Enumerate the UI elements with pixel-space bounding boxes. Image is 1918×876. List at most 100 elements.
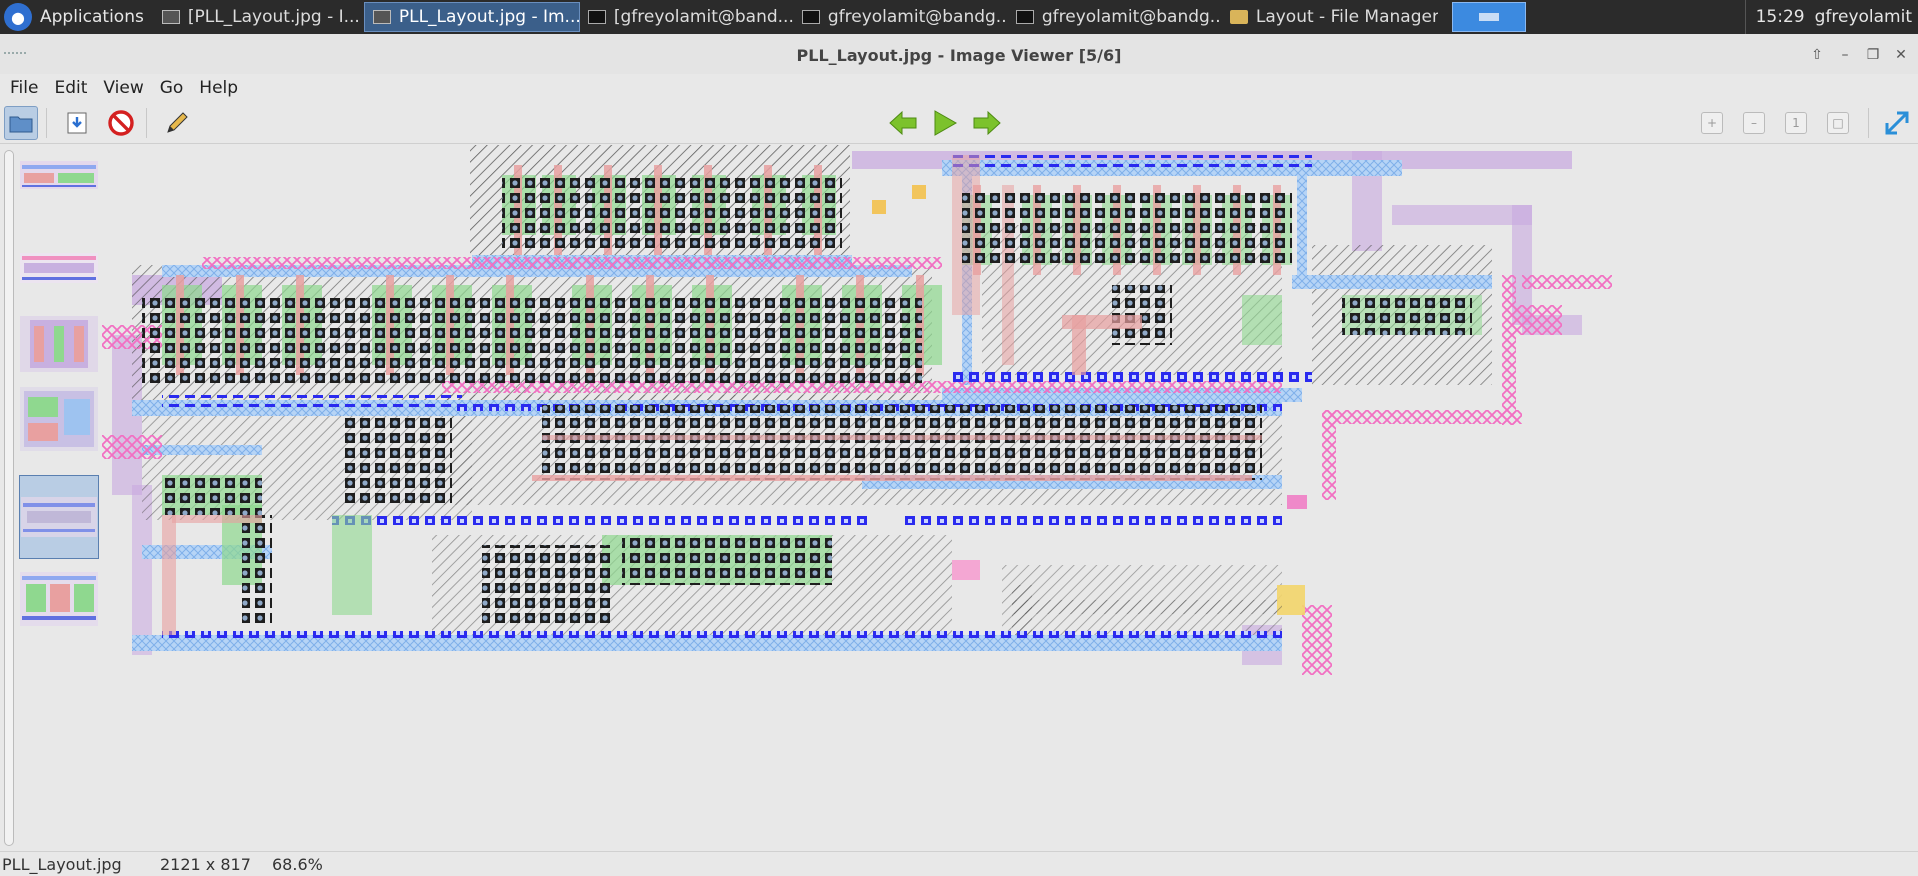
thumbnail-scrollbar[interactable] xyxy=(4,150,14,846)
close-window-icon[interactable]: ✕ xyxy=(1890,44,1912,66)
task-label: Layout - File Manager xyxy=(1255,7,1438,27)
layout-shape xyxy=(542,435,1262,440)
layout-shape xyxy=(202,257,942,269)
layout-shape xyxy=(1242,295,1282,345)
user-name[interactable]: gfreyolamit xyxy=(1815,7,1912,27)
task-label: gfreyolamit@bandg... xyxy=(827,7,1008,27)
layout-shape xyxy=(912,185,926,199)
layout-shape xyxy=(1297,175,1307,275)
task-terminal-1[interactable]: [gfreyolamit@band... xyxy=(580,2,794,32)
taskbar: ● Applications [PLL_Layout.jpg - I... PL… xyxy=(0,0,1918,34)
thumbnail-3[interactable] xyxy=(19,314,99,374)
statusbar: PLL_Layout.jpg 2121 x 817 68.6% xyxy=(0,851,1918,876)
layout-shape xyxy=(1502,275,1516,425)
pencil-icon xyxy=(167,112,188,133)
layout-shape xyxy=(482,545,612,625)
layout-shape xyxy=(452,513,872,525)
task-file-manager[interactable]: Layout - File Manager xyxy=(1222,2,1438,32)
minimize-window-icon[interactable]: – xyxy=(1834,44,1856,66)
layout-shape xyxy=(1302,605,1332,675)
status-filename: PLL_Layout.jpg xyxy=(2,854,122,874)
zoom-fit-button[interactable]: □ xyxy=(1827,112,1849,134)
thumbnail-image xyxy=(20,316,98,372)
terminal-icon xyxy=(587,10,606,24)
fullscreen-button[interactable] xyxy=(1880,106,1914,140)
thumbnail-5-selected[interactable] xyxy=(19,475,99,559)
arrow-right-icon xyxy=(973,110,1001,136)
clock[interactable]: 15:29 xyxy=(1756,7,1805,27)
thumbnail-image xyxy=(21,497,97,537)
layout-shape xyxy=(142,295,922,385)
maximize-window-icon[interactable]: ❐ xyxy=(1862,44,1884,66)
layout-shape xyxy=(902,513,1282,525)
thumbnail-2[interactable] xyxy=(19,238,99,298)
layout-shape xyxy=(962,190,1292,265)
layout-shape xyxy=(952,560,980,580)
thumbnail-4[interactable] xyxy=(19,387,99,451)
zoom-out-icon: – xyxy=(1751,116,1757,130)
status-zoom: 68.6% xyxy=(272,854,323,874)
task-label: [PLL_Layout.jpg - I... xyxy=(187,7,360,27)
taskbar-separator xyxy=(1744,0,1746,34)
save-download-icon xyxy=(67,112,87,134)
layout-shape xyxy=(1287,495,1307,509)
edit-button[interactable] xyxy=(160,106,194,140)
layout-shape xyxy=(952,155,1312,167)
image-viewer-icon xyxy=(161,10,180,24)
thumbnail-image xyxy=(20,161,98,189)
layout-shape xyxy=(102,435,162,459)
play-icon xyxy=(934,110,958,136)
layout-shape xyxy=(872,200,886,214)
task-label: [gfreyolamit@band... xyxy=(613,7,794,27)
save-button[interactable] xyxy=(60,106,94,140)
folder-icon xyxy=(1229,10,1248,24)
xfce-logo-icon: ● xyxy=(4,3,32,31)
layout-shape xyxy=(162,395,462,407)
open-folder-button[interactable] xyxy=(4,106,38,140)
image-view[interactable] xyxy=(102,145,1918,851)
fullscreen-icon xyxy=(1885,111,1909,135)
next-image-button[interactable] xyxy=(970,106,1004,140)
menu-view[interactable]: View xyxy=(97,78,149,98)
thumbnail-image xyxy=(20,572,98,626)
layout-shape xyxy=(1072,315,1086,375)
layout-shape xyxy=(342,415,452,505)
task-image-viewer-1[interactable]: [PLL_Layout.jpg - I... xyxy=(154,2,364,32)
toolbar: + – 1 □ xyxy=(0,102,1918,144)
workspace-switcher[interactable] xyxy=(1451,2,1526,32)
layout-shape xyxy=(332,515,372,615)
applications-menu-button[interactable]: ● Applications xyxy=(0,0,154,34)
task-terminal-3[interactable]: gfreyolamit@bandg... xyxy=(1008,2,1222,32)
pll-layout-image xyxy=(102,145,1918,851)
menu-edit[interactable]: Edit xyxy=(48,78,93,98)
thumbnail-strip[interactable] xyxy=(0,145,102,851)
menu-go[interactable]: Go xyxy=(154,78,190,98)
play-slideshow-button[interactable] xyxy=(928,106,962,140)
arrow-left-icon xyxy=(889,110,917,136)
terminal-icon xyxy=(1015,10,1034,24)
thumbnail-6[interactable] xyxy=(19,569,99,629)
zoom-out-button[interactable]: – xyxy=(1743,112,1765,134)
window-titlebar[interactable]: PLL_Layout.jpg - Image Viewer [5/6] ⇧ – … xyxy=(0,34,1918,78)
zoom-fit-icon: □ xyxy=(1832,116,1844,130)
previous-image-button[interactable] xyxy=(886,106,920,140)
window-title: PLL_Layout.jpg - Image Viewer [5/6] xyxy=(796,46,1122,65)
terminal-icon xyxy=(801,10,820,24)
layout-shape xyxy=(1392,205,1532,225)
shade-window-icon[interactable]: ⇧ xyxy=(1806,44,1828,66)
thumbnail-image xyxy=(20,253,98,283)
task-image-viewer-2[interactable]: PLL_Layout.jpg - Im... xyxy=(363,2,580,32)
menu-file[interactable]: File xyxy=(4,78,44,98)
layout-shape xyxy=(1512,305,1562,335)
delete-forbidden-icon xyxy=(108,110,134,136)
layout-shape xyxy=(532,475,1252,481)
zoom-in-button[interactable]: + xyxy=(1701,112,1723,134)
task-terminal-2[interactable]: gfreyolamit@bandg... xyxy=(794,2,1008,32)
thumbnail-1[interactable] xyxy=(19,145,99,205)
menu-help[interactable]: Help xyxy=(193,78,244,98)
layout-shape xyxy=(502,175,842,250)
layout-shape xyxy=(622,535,832,585)
task-label: gfreyolamit@bandg... xyxy=(1041,7,1222,27)
zoom-100-button[interactable]: 1 xyxy=(1785,112,1807,134)
delete-button[interactable] xyxy=(104,106,138,140)
